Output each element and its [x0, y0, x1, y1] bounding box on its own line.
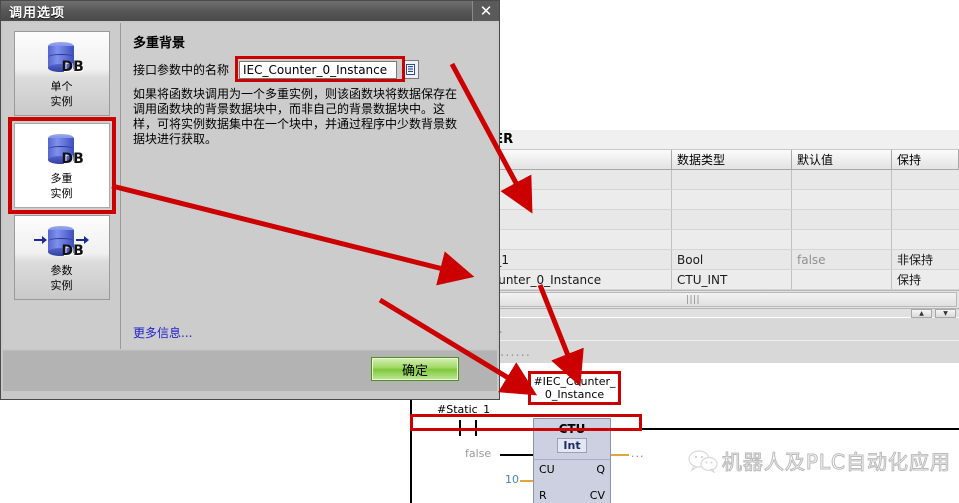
list-browse-icon[interactable]	[402, 60, 420, 79]
wire-r-input	[500, 454, 533, 456]
row-retain-cell[interactable]	[892, 230, 959, 249]
ctu-block-header: CTU Int	[534, 419, 610, 460]
option-label-line2: 实例	[50, 186, 73, 200]
pin-cu[interactable]: CU	[539, 463, 555, 476]
input-value-pv[interactable]: 10	[505, 473, 519, 486]
instance-label-line1: #IEC_Counter_	[533, 375, 616, 388]
row-retain-cell[interactable]	[892, 170, 959, 189]
row-datatype-cell[interactable]	[672, 190, 792, 209]
option-label-line1: 多重	[50, 171, 73, 185]
normally-open-contact[interactable]	[459, 420, 477, 436]
header-cell-datatype[interactable]: 数据类型	[672, 150, 792, 169]
option-label-line2: 实例	[50, 278, 73, 292]
dialog-title: 调用选项	[9, 5, 66, 21]
ok-button[interactable]: 确定	[371, 357, 459, 381]
row-datatype-cell[interactable]	[672, 210, 792, 229]
row-default-cell[interactable]	[792, 190, 892, 209]
scrollbar-grip: ||||	[685, 294, 701, 305]
header-cell-retain[interactable]: 保持	[892, 150, 959, 169]
horizontal-scrollbar[interactable]: ||||	[429, 292, 957, 307]
row-retain-cell[interactable]	[892, 190, 959, 209]
db-cylinder-arrows-icon: DB	[33, 224, 90, 262]
contact-label[interactable]: #Static_1	[437, 403, 490, 416]
power-rail	[410, 391, 412, 503]
dialog-content: DB 单个 实例 DB 多重 实例 DB 参数 实例 多重背景 接口参数中的名称…	[3, 23, 497, 349]
row-default-cell[interactable]: false	[792, 250, 892, 269]
row-retain-cell[interactable]	[892, 210, 959, 229]
input-value-false[interactable]: false	[465, 447, 491, 460]
row-datatype-cell[interactable]: Bool	[672, 250, 792, 269]
ctu-counter-block[interactable]: CTU Int CU R PV Q CV	[533, 418, 611, 503]
instance-name-row: 接口参数中的名称	[133, 56, 487, 82]
row-datatype-cell[interactable]	[672, 230, 792, 249]
wire-pv-input	[520, 480, 533, 482]
option-parameter-instance[interactable]: DB 参数 实例	[13, 215, 110, 300]
option-single-instance[interactable]: DB 单个 实例	[13, 31, 110, 116]
pin-r[interactable]: R	[539, 489, 547, 502]
dialog-footer: 确定	[3, 350, 497, 391]
ctu-block-name: CTU	[558, 422, 586, 436]
rung-wire-to-cu	[477, 428, 533, 430]
close-icon[interactable]: ✕	[472, 1, 499, 21]
scroll-down-icon[interactable]: ▼	[935, 308, 956, 318]
row-default-cell[interactable]	[792, 210, 892, 229]
arrow-left-icon	[33, 235, 47, 244]
db-cylinder-icon: DB	[34, 132, 90, 170]
instance-label-line2: 0_Instance	[544, 388, 605, 401]
row-default-cell[interactable]	[792, 230, 892, 249]
option-description: 如果将函数块调用为一个多重实例，则该函数块将数据保存在调用函数块的背景数据块中，…	[133, 87, 458, 146]
option-multi-instance[interactable]: DB 多重 实例	[7, 117, 116, 214]
call-options-dialog: 调用选项 ✕ DB 单个 实例 DB 多重 实例 DB 参数 实例 多重背景 接…	[0, 0, 500, 400]
row-datatype-cell[interactable]: CTU_INT	[672, 270, 792, 289]
option-details-pane: 多重背景 接口参数中的名称 IEC_Counter_0_Instance 如果将…	[121, 23, 497, 349]
instance-name-label: 接口参数中的名称	[133, 63, 230, 77]
pin-q[interactable]: Q	[596, 463, 605, 476]
row-default-cell[interactable]	[792, 270, 892, 289]
db-cylinder-icon: DB	[34, 40, 90, 78]
multi-instance-label[interactable]: #IEC_Counter_ 0_Instance	[528, 371, 621, 405]
wire-cv-output	[611, 454, 629, 456]
pin-cv[interactable]: CV	[590, 489, 605, 502]
network-title-value[interactable]: ......	[500, 345, 531, 360]
more-info-link[interactable]: 更多信息...	[133, 324, 192, 341]
row-retain-cell[interactable]: 保持	[892, 270, 959, 289]
row-default-cell[interactable]	[792, 170, 892, 189]
ctu-block-type[interactable]: Int	[557, 438, 587, 453]
rung-wire-left	[411, 428, 459, 430]
section-title: 多重背景	[133, 36, 186, 51]
row-retain-cell[interactable]: 非保持	[892, 250, 959, 269]
dialog-titlebar: 调用选项 ✕	[1, 1, 499, 21]
option-label-line2: 实例	[50, 94, 73, 108]
scroll-up-icon[interactable]: ▲	[911, 308, 932, 318]
row-datatype-cell[interactable]	[672, 170, 792, 189]
instance-name-field-wrap	[235, 56, 420, 82]
cv-output-value[interactable]: ...	[631, 447, 645, 460]
header-cell-default[interactable]: 默认值	[792, 150, 892, 169]
dialog-body: DB 单个 实例 DB 多重 实例 DB 参数 实例 多重背景 接口参数中的名称…	[1, 21, 499, 399]
option-label-line1: 参数	[50, 263, 73, 277]
instance-option-list: DB 单个 实例 DB 多重 实例 DB 参数 实例	[3, 23, 121, 349]
instance-name-input[interactable]	[239, 60, 398, 79]
option-label-line1: 单个	[50, 79, 73, 93]
wire-q-output	[611, 428, 959, 430]
